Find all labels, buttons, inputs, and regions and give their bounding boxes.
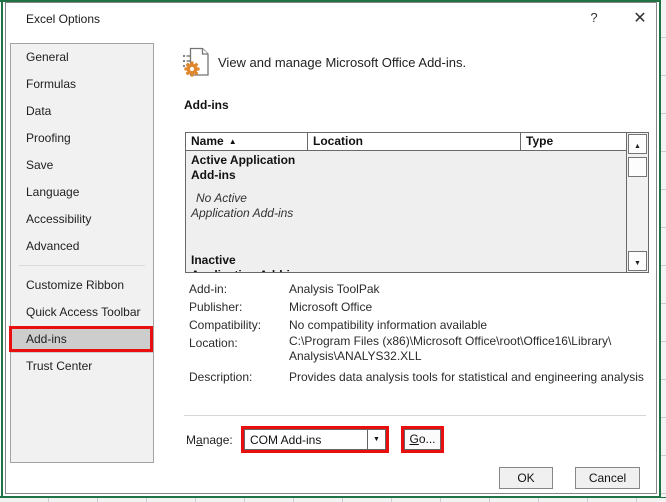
chevron-down-icon: ▼ xyxy=(373,436,380,443)
go-button-label: o... xyxy=(419,432,436,446)
sidebar-item-accessibility[interactable]: Accessibility xyxy=(11,206,153,233)
detail-label: Location: xyxy=(189,334,289,364)
excel-window-left-edge xyxy=(1,0,3,497)
manage-dropdown[interactable]: COM Add-ins ▼ xyxy=(244,429,386,450)
add-in-details: Add-in: Analysis ToolPak Publisher: Micr… xyxy=(189,280,651,386)
go-button-accelerator: G xyxy=(409,432,418,446)
sidebar-item-label: Add-ins xyxy=(26,332,67,346)
manage-label-text: nage: xyxy=(203,433,233,447)
sidebar-item-data[interactable]: Data xyxy=(11,98,153,125)
sidebar: General Formulas Data Proofing Save Lang… xyxy=(10,43,154,463)
close-icon[interactable]: ✕ xyxy=(630,8,650,28)
column-header-name[interactable]: Name ▲ xyxy=(186,133,308,150)
help-icon[interactable]: ? xyxy=(586,10,602,28)
screenshot-root: Excel Options ? ✕ General Formulas Data … xyxy=(0,0,666,502)
column-header-label: Location xyxy=(313,134,363,148)
sidebar-item-label: Quick Access Toolbar xyxy=(26,305,141,319)
manage-label-text: M xyxy=(186,433,196,447)
column-header-label: Name xyxy=(191,134,224,148)
page-heading: View and manage Microsoft Office Add-ins… xyxy=(218,55,466,70)
sidebar-item-label: Customize Ribbon xyxy=(26,278,124,292)
sidebar-item-trust-center[interactable]: Trust Center xyxy=(11,353,153,380)
sidebar-item-proofing[interactable]: Proofing xyxy=(11,125,153,152)
table-scrollbar[interactable]: ▲ ▼ xyxy=(626,133,648,272)
detail-value: Analysis ToolPak xyxy=(289,280,651,298)
sidebar-item-general[interactable]: General xyxy=(11,44,153,71)
group-row-active-add-ins: Active Application Add-ins xyxy=(191,153,626,183)
table-body: Active Application Add-ins No Active App… xyxy=(186,151,626,272)
sidebar-item-save[interactable]: Save xyxy=(11,152,153,179)
column-header-type[interactable]: Type xyxy=(521,133,626,150)
detail-label: Description: xyxy=(189,368,289,386)
sidebar-item-label: Save xyxy=(26,158,53,172)
ok-button[interactable]: OK xyxy=(499,467,553,489)
group-row-inactive-add-ins: Inactive Application Add-ins xyxy=(191,253,626,272)
sidebar-item-customize-ribbon[interactable]: Customize Ribbon xyxy=(11,272,153,299)
sidebar-item-advanced[interactable]: Advanced xyxy=(11,233,153,260)
excel-options-dialog: Excel Options ? ✕ General Formulas Data … xyxy=(5,2,657,494)
manage-dropdown-value: COM Add-ins xyxy=(245,433,367,447)
detail-label: Add-in: xyxy=(189,280,289,298)
annotation-box-go-button: Go... xyxy=(401,426,444,453)
detail-label: Publisher: xyxy=(189,298,289,316)
scroll-down-icon: ▼ xyxy=(634,260,641,267)
sort-ascending-icon: ▲ xyxy=(229,137,237,146)
detail-label: Compatibility: xyxy=(189,316,289,334)
sidebar-item-formulas[interactable]: Formulas xyxy=(11,71,153,98)
detail-value-line1: C:\Program Files (x86)\Microsoft Office\… xyxy=(289,334,651,349)
detail-row-description: Description: Provides data analysis tool… xyxy=(189,368,651,386)
sidebar-item-label: Data xyxy=(26,104,51,118)
sidebar-item-label: Accessibility xyxy=(26,212,91,226)
scrollbar-thumb[interactable] xyxy=(628,157,647,177)
cancel-button[interactable]: Cancel xyxy=(575,467,640,489)
add-ins-table: Name ▲ Location Type Active Application A… xyxy=(185,132,649,273)
sidebar-item-quick-access-toolbar[interactable]: Quick Access Toolbar xyxy=(11,299,153,326)
table-header-row: Name ▲ Location Type xyxy=(186,133,626,151)
add-ins-section-label: Add-ins xyxy=(184,98,229,112)
sidebar-item-label: Language xyxy=(26,185,79,199)
detail-row-compatibility: Compatibility: No compatibility informat… xyxy=(189,316,651,334)
dropdown-arrow-button[interactable]: ▼ xyxy=(367,430,385,449)
manage-label-accelerator: a xyxy=(196,433,203,447)
detail-value-line2: Analysis\ANALYS32.XLL xyxy=(289,349,651,364)
detail-row-location: Location: C:\Program Files (x86)\Microso… xyxy=(189,334,651,364)
sidebar-item-language[interactable]: Language xyxy=(11,179,153,206)
sidebar-item-label: Proofing xyxy=(26,131,71,145)
page-header: View and manage Microsoft Office Add-ins… xyxy=(182,47,466,77)
sidebar-item-add-ins[interactable]: Add-ins xyxy=(11,326,153,353)
sidebar-item-label: Advanced xyxy=(26,239,79,253)
scroll-up-icon: ▲ xyxy=(634,143,641,150)
sidebar-item-label: General xyxy=(26,50,69,64)
detail-value: No compatibility information available xyxy=(289,316,651,334)
row-no-active-add-ins: No Active Application Add-ins xyxy=(191,191,626,221)
detail-value: Provides data analysis tools for statist… xyxy=(289,368,651,386)
sidebar-item-label: Formulas xyxy=(26,77,76,91)
detail-row-add-in: Add-in: Analysis ToolPak xyxy=(189,280,651,298)
scroll-down-button[interactable]: ▼ xyxy=(628,251,647,271)
manage-label: Manage: xyxy=(186,433,233,447)
go-button[interactable]: Go... xyxy=(404,429,441,450)
add-ins-document-gear-icon xyxy=(182,47,210,77)
excel-gridlines-bottom-strip xyxy=(0,498,666,502)
column-header-location[interactable]: Location xyxy=(308,133,521,150)
scroll-up-button[interactable]: ▲ xyxy=(628,134,647,154)
annotation-box-manage-dropdown: COM Add-ins ▼ xyxy=(241,426,389,453)
excel-gridlines-right-strip xyxy=(661,0,666,497)
sidebar-separator xyxy=(11,260,153,272)
dialog-title: Excel Options xyxy=(26,12,100,26)
sidebar-item-label: Trust Center xyxy=(26,359,92,373)
detail-value: Microsoft Office xyxy=(289,298,651,316)
detail-row-publisher: Publisher: Microsoft Office xyxy=(189,298,651,316)
manage-section-divider xyxy=(184,415,646,416)
column-header-label: Type xyxy=(526,134,553,148)
